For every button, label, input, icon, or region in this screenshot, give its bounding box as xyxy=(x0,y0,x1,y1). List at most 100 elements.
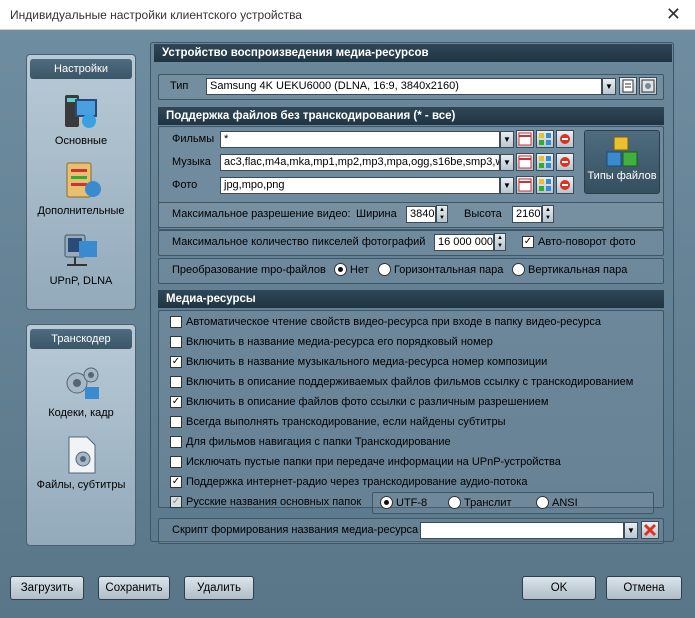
chevron-down-icon[interactable]: ▼ xyxy=(500,131,514,148)
sidebar-item-codecs[interactable]: Кодеки, кадр xyxy=(27,361,135,419)
filetypes-label: Типы файлов xyxy=(587,170,657,182)
device-type-label: Тип xyxy=(170,80,189,92)
films-delete-icon[interactable] xyxy=(556,130,574,148)
sidebar-settings-header: Настройки xyxy=(30,59,132,79)
photo-input[interactable]: jpg,mpo,png xyxy=(220,177,500,194)
mpo-radio-none[interactable] xyxy=(334,263,347,276)
mpo-label: Преобразование mpo-файлов xyxy=(172,264,326,276)
media-option-checkbox[interactable] xyxy=(170,416,182,428)
filetypes-button[interactable]: Типы файлов xyxy=(584,130,660,194)
media-option-label: Включить в название медиа-ресурса его по… xyxy=(186,336,493,348)
music-delete-icon[interactable] xyxy=(556,153,574,171)
sidebar-settings: Настройки Основные Дополнительные UPnP, … xyxy=(26,54,136,310)
mpo-radio-horizontal[interactable] xyxy=(378,263,391,276)
media-option-label: Автоматическое чтение свойств видео-ресу… xyxy=(186,316,601,328)
encoding-radio-ansi[interactable] xyxy=(536,496,549,509)
device-copy-icon[interactable] xyxy=(619,77,637,95)
media-option-checkbox[interactable] xyxy=(170,316,182,328)
encoding-ansi-label: ANSI xyxy=(552,497,578,509)
device-settings-icon[interactable] xyxy=(639,77,657,95)
films-grid-icon[interactable] xyxy=(536,130,554,148)
gears-icon xyxy=(59,361,103,405)
photo-grid-icon[interactable] xyxy=(536,176,554,194)
media-option-label: Включить в описание поддерживаемых файло… xyxy=(186,376,634,388)
media-option-label: Русские названия основных папок xyxy=(186,496,362,508)
device-section-header: Устройство воспроизведения медиа-ресурсо… xyxy=(154,44,672,62)
sidebar-item-label: UPnP, DLNA xyxy=(49,275,113,287)
chevron-down-icon[interactable]: ▼ xyxy=(500,154,514,171)
script-input[interactable] xyxy=(420,522,624,539)
autorotate-label: Авто-поворот фото xyxy=(538,236,636,248)
films-input[interactable]: * xyxy=(220,131,500,148)
maxpix-input[interactable]: 16 000 000 xyxy=(434,234,494,251)
media-option-checkbox[interactable] xyxy=(170,436,182,448)
encoding-radio-translit[interactable] xyxy=(448,496,461,509)
device-type-select[interactable]: Samsung 4K UEKU6000 (DLNA, 16:9, 3840x21… xyxy=(206,78,602,95)
cubes-icon xyxy=(605,136,639,168)
media-option-checkbox[interactable] xyxy=(170,376,182,388)
mpo-vertical-label: Вертикальная пара xyxy=(528,264,628,276)
media-option-label: Поддержка интернет-радио через транскоди… xyxy=(186,476,528,488)
media-option-checkbox[interactable] xyxy=(170,456,182,468)
music-label: Музыка xyxy=(172,156,211,168)
width-label: Ширина xyxy=(356,208,397,220)
height-spinner[interactable]: ▲ ▼ xyxy=(542,205,554,223)
media-option-checkbox[interactable]: ✓ xyxy=(170,396,182,408)
photo-list-icon[interactable] xyxy=(516,176,534,194)
maxpix-label: Максимальное количество пикселей фотогра… xyxy=(172,236,426,248)
maxres-label: Максимальное разрешение видео: xyxy=(172,208,351,220)
height-label: Высота xyxy=(464,208,502,220)
media-option-checkbox[interactable]: ✓ xyxy=(170,496,182,508)
media-option-label: Для фильмов навигация с папки Транскодир… xyxy=(186,436,451,448)
ok-button[interactable]: OK xyxy=(522,576,596,600)
music-grid-icon[interactable] xyxy=(536,153,554,171)
width-input[interactable]: 3840 xyxy=(406,206,436,223)
cancel-button[interactable]: Отмена xyxy=(606,576,682,600)
media-section-header: Медиа-ресурсы xyxy=(158,290,664,308)
media-option-label: Включить в описание файлов фото ссылки с… xyxy=(186,396,549,408)
checklist-icon xyxy=(59,159,103,203)
height-input[interactable]: 2160 xyxy=(512,206,542,223)
window-title: Индивидуальные настройки клиентского уст… xyxy=(10,8,302,22)
media-option-checkbox[interactable]: ✓ xyxy=(170,356,182,368)
width-spinner[interactable]: ▲ ▼ xyxy=(436,205,448,223)
sidebar-item-label: Файлы, субтитры xyxy=(36,479,126,491)
delete-button[interactable]: Удалить xyxy=(184,576,254,600)
media-option-label: Включить в название музыкального медиа-р… xyxy=(186,356,548,368)
chevron-down-icon[interactable]: ▼ xyxy=(602,78,616,95)
encoding-utf8-label: UTF-8 xyxy=(396,497,428,509)
photo-label: Фото xyxy=(172,179,198,191)
film-device-icon xyxy=(59,89,103,133)
mpo-none-label: Нет xyxy=(350,264,369,276)
sidebar-item-upnp[interactable]: UPnP, DLNA xyxy=(27,229,135,287)
music-input[interactable]: ac3,flac,m4a,mka,mp1,mp2,mp3,mpa,ogg,s16… xyxy=(220,154,500,171)
network-film-icon xyxy=(59,229,103,273)
media-option-checkbox[interactable] xyxy=(170,336,182,348)
films-list-icon[interactable] xyxy=(516,130,534,148)
file-gear-icon xyxy=(59,433,103,477)
mpo-horizontal-label: Горизонтальная пара xyxy=(394,264,504,276)
sidebar-item-main[interactable]: Основные xyxy=(27,89,135,147)
photo-delete-icon[interactable] xyxy=(556,176,574,194)
script-delete-icon[interactable] xyxy=(641,521,659,539)
music-list-icon[interactable] xyxy=(516,153,534,171)
close-icon[interactable]: ✕ xyxy=(666,4,681,25)
load-button[interactable]: Загрузить xyxy=(10,576,84,600)
autorotate-checkbox[interactable]: ✓ xyxy=(522,236,534,248)
sidebar-item-additional[interactable]: Дополнительные xyxy=(27,159,135,217)
sidebar-transcoder-header: Транскодер xyxy=(30,329,132,349)
maxpix-spinner[interactable]: ▲ ▼ xyxy=(494,233,506,251)
sidebar-item-files[interactable]: Файлы, субтитры xyxy=(27,433,135,491)
encoding-radio-utf8[interactable] xyxy=(380,496,393,509)
chevron-down-icon[interactable]: ▼ xyxy=(500,177,514,194)
sidebar-transcoder: Транскодер Кодеки, кадр Файлы, субтитры xyxy=(26,324,136,546)
save-button[interactable]: Сохранить xyxy=(98,576,170,600)
sidebar-item-label: Кодеки, кадр xyxy=(48,407,114,419)
media-option-checkbox[interactable]: ✓ xyxy=(170,476,182,488)
chevron-down-icon[interactable]: ▼ xyxy=(624,522,638,539)
script-label: Скрипт формирования названия медиа-ресур… xyxy=(172,524,419,536)
media-option-label: Исключать пустые папки при передаче инфо… xyxy=(186,456,561,468)
dialog-body: Настройки Основные Дополнительные UPnP, … xyxy=(0,30,695,618)
mpo-radio-vertical[interactable] xyxy=(512,263,525,276)
sidebar-item-label: Дополнительные xyxy=(37,205,125,217)
